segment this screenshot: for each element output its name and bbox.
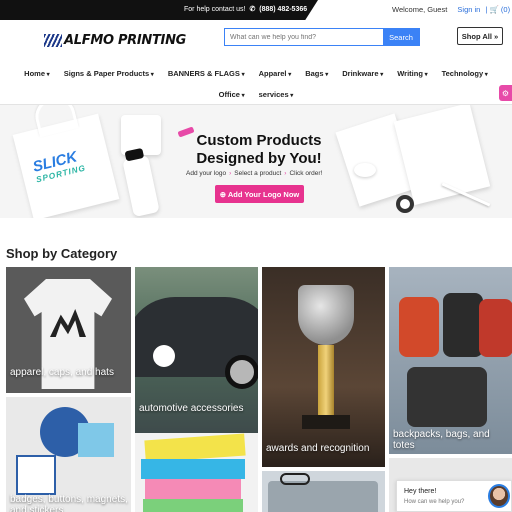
nav-item-banners[interactable]: BANNERS & FLAGS (168, 69, 245, 78)
search-button[interactable]: Search (383, 29, 419, 45)
hero-title: Custom Products Designed by You! (196, 132, 322, 167)
shop-by-category-title: Shop by Category (6, 246, 118, 261)
trophy-base-image (302, 415, 350, 429)
wheel-image (225, 355, 258, 389)
category-label: automotive accessories (139, 403, 244, 414)
sticky-note-image (143, 499, 243, 512)
bag-image (407, 367, 487, 427)
chat-greeting: Hey there! (404, 488, 437, 495)
nav-item-bags[interactable]: Bags (305, 69, 328, 78)
welcome-text: Welcome, Guest (392, 5, 448, 14)
category-label: backpacks, bags, and totes (393, 429, 490, 451)
help-label: For help contact us! (184, 6, 246, 13)
sticky-note-image (141, 459, 245, 479)
top-bar: For help contact us! ✆ (888) 482-5366 We… (0, 0, 512, 20)
chevron-right-icon: › (229, 170, 232, 177)
account-links: Welcome, Guest Sign in | 🛒 (0) (392, 5, 510, 14)
step-3: Click order! (289, 170, 323, 177)
tote-bag-image: SLICK SPORTING (12, 113, 120, 218)
magnet-image (16, 455, 56, 495)
trophy-stem-image (318, 345, 334, 415)
nav-item-technology[interactable]: Technology (442, 69, 488, 78)
category-tile-tech[interactable] (262, 471, 385, 512)
gear-icon[interactable]: ⚙ (499, 85, 512, 101)
help-contact: For help contact us! ✆ (888) 482-5366 (184, 5, 307, 13)
hero-banner: SLICK SPORTING Custom Products Designed … (0, 105, 512, 218)
fidget-spinner-image (396, 195, 414, 213)
nav-item-drinkware[interactable]: Drinkware (342, 69, 383, 78)
category-tile-awards[interactable]: awards and recognition (262, 267, 385, 467)
chevron-right-icon: › (284, 170, 287, 177)
backpack-image (399, 297, 439, 357)
sticky-note-image (145, 479, 241, 499)
category-label: awards and recognition (266, 443, 370, 454)
nav-item-signs[interactable]: Signs & Paper Products (64, 69, 154, 78)
step-2: Select a product (234, 170, 282, 177)
agent-avatar (488, 484, 510, 508)
shop-all-button[interactable]: Shop All » (457, 27, 503, 45)
search-input[interactable] (225, 29, 383, 45)
logo-text: ALFMO PRINTING (64, 32, 187, 48)
sticker-image (78, 423, 114, 457)
cart-icon: 🛒 (489, 5, 499, 14)
step-1: Add your logo (186, 170, 227, 177)
logo-stripes-icon (44, 33, 62, 47)
category-tile-automotive[interactable]: automotive accessories (135, 267, 258, 454)
category-tile-backpacks[interactable]: backpacks, bags, and totes (389, 267, 512, 454)
nav-item-writing[interactable]: Writing (397, 69, 427, 78)
nav-item-services[interactable]: services (259, 90, 294, 99)
glasses-image (280, 473, 310, 485)
nav-item-office[interactable]: Office (219, 90, 245, 99)
nav-row-1: Home Signs & Paper Products BANNERS & FL… (0, 64, 512, 82)
phone-number[interactable]: (888) 482-5366 (259, 6, 307, 13)
category-tile-notes[interactable] (135, 433, 258, 512)
search-bar: Search (224, 28, 420, 46)
trophy-cup-image (298, 285, 354, 345)
nav-item-apparel[interactable]: Apparel (259, 69, 292, 78)
category-label: badges, buttons, magnets, and stickers (10, 494, 128, 512)
nav-row-2: Office services (0, 85, 512, 103)
bottle-image (122, 154, 160, 218)
main-nav: Home Signs & Paper Products BANNERS & FL… (0, 64, 512, 103)
mouse-image (354, 163, 376, 177)
backpack-image (479, 299, 512, 357)
category-tile-badges[interactable]: badges, buttons, magnets, and stickers (6, 397, 131, 512)
nav-item-home[interactable]: Home (24, 69, 50, 78)
cart-count: (0) (500, 5, 511, 14)
phone-icon: ✆ (249, 6, 256, 13)
sign-in-link[interactable]: Sign in (457, 5, 480, 14)
sticker-image (153, 345, 175, 367)
chat-widget[interactable]: Hey there! How can we help you? (396, 480, 512, 512)
chat-prompt: How can we help you? (404, 499, 465, 505)
site-logo[interactable]: ALFMO PRINTING (44, 31, 186, 49)
cart-link[interactable]: | 🛒 (0) (485, 5, 510, 14)
backpack-image (443, 293, 483, 357)
hero-steps: Add your logo › Select a product › Click ord… (186, 170, 322, 177)
bag-logo: SLICK SPORTING (31, 147, 87, 184)
category-label: apparel, caps, and hats (10, 367, 114, 378)
laptop-image (268, 481, 378, 512)
add-logo-button[interactable]: ⊕ Add Your Logo Now (215, 185, 304, 203)
category-tile-apparel[interactable]: apparel, caps, and hats (6, 267, 131, 393)
